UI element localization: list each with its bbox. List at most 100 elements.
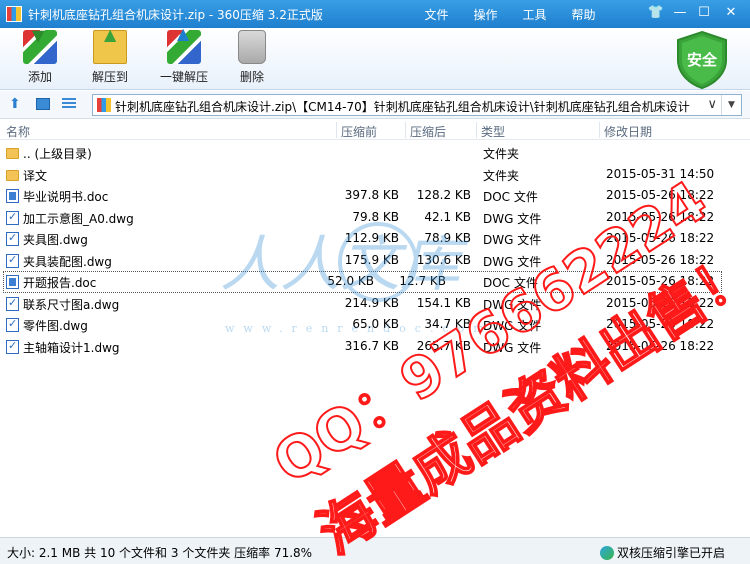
column-divider[interactable] [476,122,477,138]
delete-label: 删除 [239,70,264,84]
maximize-button[interactable]: ☐ [692,2,716,24]
extract-to-button[interactable]: 解压到 [80,25,140,85]
thumbnail-view-icon[interactable] [36,98,50,110]
file-name: 加工示意图_A0.dwg [23,211,134,226]
folder-icon [6,169,19,181]
safe-shield-badge[interactable]: 安全 [674,30,730,90]
engine-status[interactable]: 双核压缩引擎已开启 [600,544,725,561]
list-item[interactable]: 译文 文件夹 2015-05-31 14:50 [0,164,750,186]
file-date: 2015-05-26 18:22 [606,188,715,202]
file-size: 175.9 KB [344,252,399,267]
file-name: 夹具装配图.dwg [23,254,112,269]
extract-to-label: 解压到 [91,70,128,84]
file-packed-size: 12.7 KB [399,274,446,288]
file-name: 毕业说明书.doc [23,190,109,204]
dwg-file-icon [6,317,19,332]
file-type: DOC 文件 [483,276,538,290]
column-compressed-size[interactable]: 压缩后 [410,123,446,140]
file-name: .. (上级目录) [23,147,92,161]
list-item[interactable]: 联系尺寸图a.dwg 214.9 KB 154.1 KB DWG 文件 2015… [0,293,750,315]
one-click-extract-button[interactable]: 一键解压 [150,24,218,85]
column-divider[interactable] [599,122,600,138]
app-icon [6,6,22,22]
list-view-icon[interactable] [62,98,76,110]
menu-help[interactable]: 帮助 [559,6,608,23]
add-button[interactable]: 添加 [10,26,70,85]
file-size: 52.0 KB [327,274,374,288]
file-type: DWG 文件 [483,319,542,333]
file-packed-size: 130.6 KB [416,252,471,267]
file-size: 65.0 KB [352,317,399,331]
archive-icon [97,98,111,112]
list-item[interactable]: 夹具装配图.dwg 175.9 KB 130.6 KB DWG 文件 2015-… [0,250,750,272]
engine-status-label: 双核压缩引擎已开启 [617,546,726,560]
file-type: DOC 文件 [483,190,538,204]
file-date: 2015-05-26 18:22 [606,317,715,331]
menu-file[interactable]: 文件 [412,6,461,23]
address-dropdown-button[interactable]: ▼ [721,95,741,115]
add-label: 添加 [27,70,52,84]
column-divider[interactable] [405,122,406,138]
list-item[interactable]: 加工示意图_A0.dwg 79.8 KB 42.1 KB DWG 文件 2015… [0,207,750,229]
file-size: 316.7 KB [344,338,399,353]
file-list: .. (上级目录) 文件夹 译文 文件夹 2015-05-31 14:50 毕业… [0,142,750,357]
skin-icon[interactable]: 👕 [644,2,668,24]
trash-icon [238,30,266,64]
file-packed-size: 265.7 KB [416,338,471,353]
address-bar[interactable]: 针刺机底座钻孔组合机床设计.zip\【CM14-70】针刺机底座钻孔组合机床设计… [92,94,742,116]
column-name[interactable]: 名称 [6,123,30,140]
file-name: 联系尺寸图a.dwg [23,297,120,312]
dwg-file-icon [6,231,19,246]
file-date: 2015-05-26 18:22 [606,231,715,245]
dwg-file-icon [6,296,19,311]
file-size: 214.9 KB [344,295,399,310]
column-type[interactable]: 类型 [481,123,505,140]
list-item[interactable]: 夹具图.dwg 112.9 KB 78.9 KB DWG 文件 2015-05-… [0,228,750,250]
file-packed-size: 78.9 KB [424,231,471,245]
file-date: 2015-05-31 14:50 [606,166,715,181]
menu-tools[interactable]: 工具 [510,6,559,23]
column-modified[interactable]: 修改日期 [604,123,652,140]
menu-operation[interactable]: 操作 [461,6,510,23]
up-arrow-icon[interactable]: ⬆ [9,96,21,112]
toolbar: 添加 解压到 一键解压 删除 [0,24,750,90]
address-path: 针刺机底座钻孔组合机床设计.zip\【CM14-70】针刺机底座钻孔组合机床设计… [115,100,690,114]
dwg-file-icon [6,339,19,354]
dual-core-engine-icon [600,546,614,560]
chevron-down-icon[interactable]: ∨ [707,97,717,112]
file-type: DWG 文件 [483,340,542,355]
file-type: 文件夹 [483,147,520,161]
file-date: 2015-05-26 18:22 [606,295,715,310]
column-original-size[interactable]: 压缩前 [341,123,377,140]
add-archive-icon [23,26,57,64]
file-packed-size: 154.1 KB [416,295,471,310]
file-name: 主轴箱设计1.dwg [23,340,120,355]
title-bar: 针刺机底座钻孔组合机床设计.zip - 360压缩 3.2正式版 文件 操作 工… [0,0,750,28]
file-type: DWG 文件 [483,254,542,269]
list-item[interactable]: 开题报告.doc 52.0 KB 12.7 KB DOC 文件 2015-05-… [3,271,722,293]
file-packed-size: 34.7 KB [424,317,471,331]
window-controls: 👕 — ☐ ✕ [644,2,746,24]
dwg-file-icon [6,210,19,225]
extract-folder-icon [93,25,127,64]
delete-button[interactable]: 删除 [222,30,282,85]
menu-bar: 文件 操作 工具 帮助 [412,0,608,28]
dwg-file-icon [6,253,19,268]
column-divider[interactable] [336,122,337,138]
file-name: 开题报告.doc [23,276,97,290]
minimize-button[interactable]: — [668,2,692,24]
list-item[interactable]: .. (上级目录) 文件夹 [0,142,750,164]
close-button[interactable]: ✕ [716,2,746,24]
file-size: 397.8 KB [344,188,399,202]
doc-file-icon [6,275,19,289]
file-size: 79.8 KB [352,209,399,224]
file-name: 零件图.dwg [23,319,88,333]
file-date: 2015-05-26 18:22 [606,252,715,267]
status-summary: 大小: 2.1 MB 共 10 个文件和 3 个文件夹 压缩率 71.8% [7,546,313,560]
list-item[interactable]: 毕业说明书.doc 397.8 KB 128.2 KB DOC 文件 2015-… [0,185,750,207]
status-bar: 大小: 2.1 MB 共 10 个文件和 3 个文件夹 压缩率 71.8% 双核… [0,537,750,564]
list-item[interactable]: 零件图.dwg 65.0 KB 34.7 KB DWG 文件 2015-05-2… [0,314,750,336]
file-type: 文件夹 [483,168,520,183]
window-title: 针刺机底座钻孔组合机床设计.zip - 360压缩 3.2正式版 [28,7,323,22]
list-item[interactable]: 主轴箱设计1.dwg 316.7 KB 265.7 KB DWG 文件 2015… [0,336,750,358]
